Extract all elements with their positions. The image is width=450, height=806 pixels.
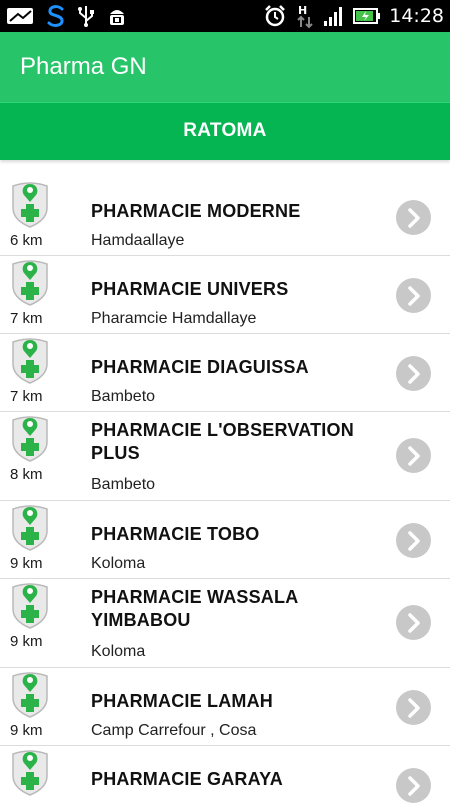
- pharmacy-location-icon: [11, 416, 49, 467]
- distance-label: 9 km: [10, 722, 43, 739]
- pharmacy-location-icon: [11, 505, 49, 556]
- pharmacy-location-icon: [11, 583, 49, 634]
- distance-label: 7 km: [10, 310, 43, 327]
- pharmacy-list: 6 km PHARMACIE MODERNE Hamdaallaye 7 km …: [0, 160, 450, 806]
- pharmacy-name: PHARMACIE UNIVERS: [91, 279, 289, 299]
- pharmacy-address: Pharamcie Hamdallaye: [91, 310, 257, 327]
- pharmacy-address: Koloma: [91, 643, 146, 660]
- app-title: Pharma GN: [20, 53, 147, 80]
- usb-icon: [76, 4, 96, 28]
- pharmacy-name: PHARMACIE GARAYA: [91, 769, 283, 789]
- pharmacy-address: Camp Carrefour , Cosa: [91, 722, 257, 739]
- status-bar: H 14:28: [0, 0, 450, 32]
- list-item[interactable]: 8 km PHARMACIE L'OBSERVATION PLUS Bambet…: [0, 412, 450, 501]
- pharmacy-location-icon: [11, 338, 49, 389]
- pharmacy-name: PHARMACIE L'OBSERVATION PLUS: [91, 420, 354, 463]
- svg-text:H: H: [298, 4, 307, 17]
- signal-icon: [323, 5, 345, 27]
- pharmacy-location-icon: [11, 672, 49, 723]
- chevron-right-icon[interactable]: [396, 523, 431, 558]
- chevron-right-icon[interactable]: [396, 768, 431, 803]
- chevron-right-icon[interactable]: [396, 200, 431, 235]
- chevron-right-icon[interactable]: [396, 356, 431, 391]
- pharmacy-name: PHARMACIE TOBO: [91, 524, 260, 544]
- list-item[interactable]: 9 km PHARMACIE LAMAH Camp Carrefour , Co…: [0, 668, 450, 746]
- list-item[interactable]: 9 km PHARMACIE WASSALA YIMBABOU Koloma: [0, 579, 450, 668]
- pharmacy-location-icon: [11, 182, 49, 233]
- pharmacy-name: PHARMACIE WASSALA YIMBABOU: [91, 587, 298, 630]
- pharmacy-name: PHARMACIE DIAGUISSA: [91, 357, 309, 377]
- section-title: RATOMA: [183, 120, 267, 141]
- chevron-right-icon[interactable]: [396, 605, 431, 640]
- list-item[interactable]: PHARMACIE GARAYA: [0, 746, 450, 806]
- list-item[interactable]: 7 km PHARMACIE UNIVERS Pharamcie Hamdall…: [0, 256, 450, 334]
- distance-label: 9 km: [10, 555, 43, 572]
- list-item[interactable]: 9 km PHARMACIE TOBO Koloma: [0, 501, 450, 579]
- pharmacy-address: Koloma: [91, 555, 146, 572]
- pharmacy-address: Bambeto: [91, 388, 156, 405]
- distance-label: 8 km: [10, 466, 43, 483]
- distance-label: 6 km: [10, 232, 43, 249]
- message-icon: [6, 6, 36, 26]
- alarm-icon: [263, 4, 287, 28]
- chevron-right-icon[interactable]: [396, 690, 431, 725]
- data-transfer-icon: H: [295, 3, 315, 29]
- battery-charging-icon: [353, 7, 381, 25]
- pharmacy-location-icon: [11, 260, 49, 311]
- list-item[interactable]: 7 km PHARMACIE DIAGUISSA Bambeto: [0, 334, 450, 412]
- action-bar: Pharma GN: [0, 32, 450, 102]
- pharmacy-name: PHARMACIE LAMAH: [91, 691, 273, 711]
- pharmacy-location-icon: [11, 750, 49, 801]
- clock-time: 14:28: [389, 5, 444, 27]
- section-header: RATOMA: [0, 102, 450, 160]
- distance-label: 7 km: [10, 388, 43, 405]
- android-debug-icon: [106, 4, 128, 28]
- distance-label: 9 km: [10, 633, 43, 650]
- chevron-right-icon[interactable]: [396, 438, 431, 473]
- sync-s-icon: [46, 4, 66, 28]
- list-item[interactable]: 6 km PHARMACIE MODERNE Hamdaallaye: [0, 160, 450, 256]
- pharmacy-name: PHARMACIE MODERNE: [91, 201, 301, 221]
- pharmacy-address: Bambeto: [91, 476, 156, 493]
- pharmacy-address: Hamdaallaye: [91, 232, 185, 249]
- chevron-right-icon[interactable]: [396, 278, 431, 313]
